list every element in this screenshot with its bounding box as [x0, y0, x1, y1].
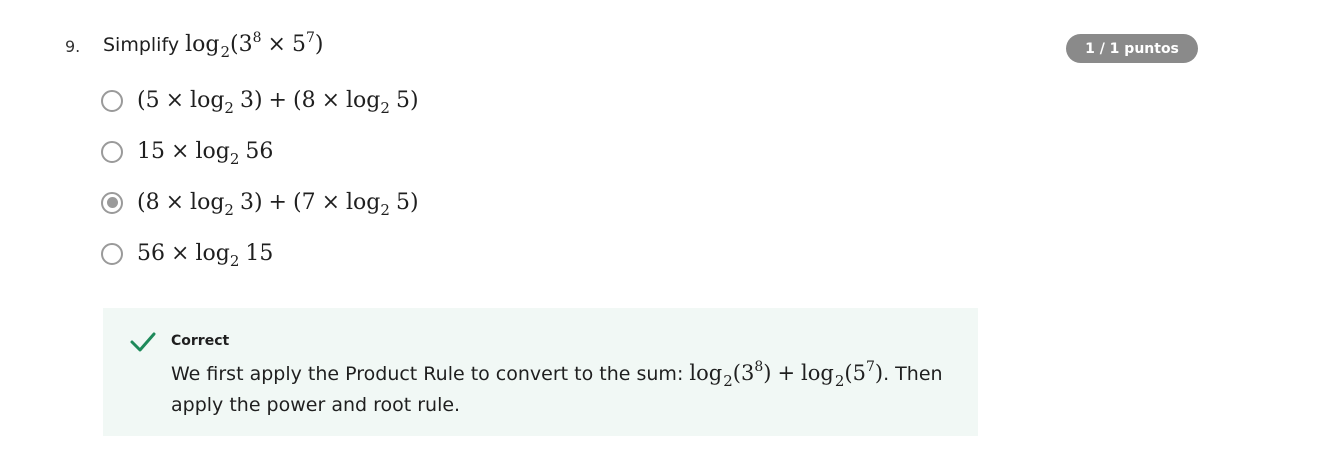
radio-button[interactable] — [101, 89, 123, 112]
option-1-label: (5 × log2 3) + (8 × log2 5) — [137, 88, 419, 117]
option-2[interactable]: 15 × log2 56 — [101, 139, 274, 168]
option-3-label: (8 × log2 3) + (7 × log2 5) — [137, 190, 419, 219]
option-2-label: 15 × log2 56 — [137, 139, 274, 168]
question-expression: log2(38 × 57) — [185, 30, 324, 61]
radio-button-selected[interactable] — [101, 191, 123, 214]
feedback-title: Correct — [171, 333, 230, 349]
question-number: 9. — [65, 37, 81, 56]
feedback-text-before: We first apply the Product Rule to conve… — [171, 363, 684, 385]
option-1[interactable]: (5 × log2 3) + (8 × log2 5) — [101, 88, 419, 117]
question-lead: Simplify — [103, 34, 180, 56]
option-4[interactable]: 56 × log2 15 — [101, 241, 274, 270]
question-text: Simplify log2(38 × 57) — [103, 30, 324, 61]
feedback-panel: Correct We first apply the Product Rule … — [103, 308, 978, 436]
radio-button[interactable] — [101, 242, 123, 265]
score-badge: 1 / 1 puntos — [1066, 34, 1198, 63]
option-4-label: 56 × log2 15 — [137, 241, 274, 270]
check-icon — [130, 332, 156, 352]
feedback-expression: log2(38) + log2(57) — [689, 359, 884, 390]
feedback-text: We first apply the Product Rule to conve… — [171, 358, 951, 421]
radio-button[interactable] — [101, 140, 123, 163]
option-3[interactable]: (8 × log2 3) + (7 × log2 5) — [101, 190, 419, 219]
